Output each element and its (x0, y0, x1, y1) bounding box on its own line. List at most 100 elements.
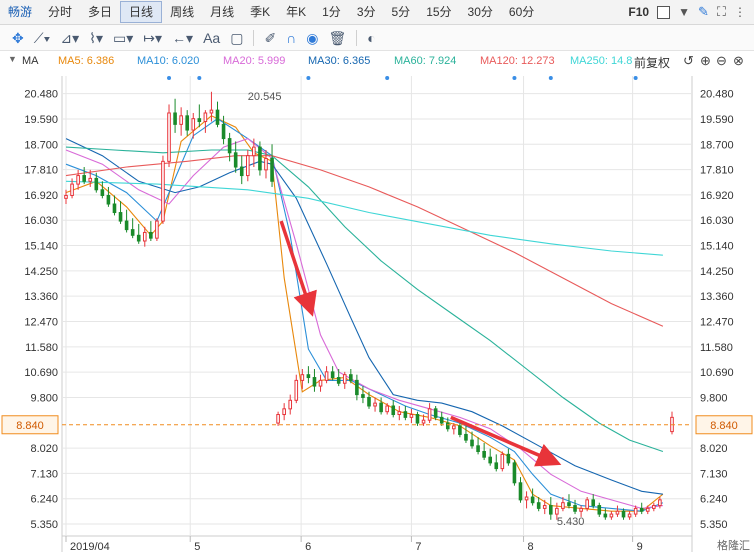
candle-body (130, 229, 135, 236)
candle (246, 149, 250, 182)
candle (221, 115, 226, 145)
candle (318, 374, 323, 392)
layout-square-icon[interactable] (657, 5, 671, 19)
candle (652, 502, 656, 512)
candle (391, 400, 396, 418)
candle-body (124, 220, 129, 231)
candle (233, 141, 238, 173)
candle (409, 408, 414, 424)
y-tick-label-right: 19.590 (700, 114, 734, 126)
y-tick-label-right: 18.700 (700, 139, 734, 151)
candle (130, 218, 135, 239)
close-icon[interactable]: ⊗ (733, 53, 744, 69)
ma-line-ma60 (65, 146, 664, 453)
ma-line-ma250 (65, 180, 663, 256)
candle-body (603, 513, 608, 518)
candle-body (367, 396, 371, 407)
tab-weekly[interactable]: 周线 (162, 0, 202, 24)
layout-dropdown-icon[interactable]: ▼ (678, 5, 690, 19)
candle-body (209, 109, 214, 114)
range-tool-icon[interactable]: ↦▾ (143, 25, 162, 51)
candle-body (142, 231, 147, 242)
candle-body (409, 414, 414, 418)
arrow-tool-icon[interactable]: ←▾ (172, 25, 193, 51)
candle-body (518, 482, 523, 501)
tab-intraday[interactable]: 分时 (40, 0, 80, 24)
eye-icon[interactable]: ◉ (306, 25, 318, 51)
tab-30min[interactable]: 30分 (460, 0, 501, 24)
tab-yearly[interactable]: 年K (278, 0, 314, 24)
tab-multiday[interactable]: 多日 (80, 0, 120, 24)
candle (336, 369, 341, 387)
tab-60min[interactable]: 60分 (501, 0, 542, 24)
adjust-mode[interactable]: 前复权 (634, 54, 670, 71)
candle (294, 374, 299, 404)
tab-15min[interactable]: 15分 (418, 0, 459, 24)
channel-tool-icon[interactable]: ⊿▾ (60, 25, 79, 51)
compare-icon[interactable]: ◐ (367, 25, 375, 51)
y-tick-label-left: 10.690 (24, 367, 58, 379)
candle (627, 511, 632, 520)
ma-toggle-icon[interactable]: ▼ (8, 54, 17, 64)
candle-body (233, 152, 238, 168)
fullscreen-icon[interactable]: ⛶ (717, 4, 726, 20)
crosshair-icon[interactable]: ✥ (12, 25, 24, 51)
candle (506, 448, 511, 466)
tab-quarterly[interactable]: 季K (242, 0, 278, 24)
pen-icon[interactable]: ✎ (698, 4, 709, 20)
candle (397, 405, 402, 421)
ma30-value: MA30: 6.365 (308, 55, 371, 67)
candle (124, 209, 129, 233)
rect-tool-icon[interactable]: ▭▾ (113, 25, 133, 51)
tab-5min[interactable]: 5分 (384, 0, 419, 24)
candle (179, 107, 183, 136)
y-tick-label-right: 14.250 (700, 266, 734, 278)
candle-body (542, 505, 547, 509)
tab-3min[interactable]: 3分 (349, 0, 384, 24)
candle (203, 110, 208, 133)
trash-icon[interactable]: 🗑 (328, 25, 346, 51)
zoom-out-icon[interactable]: ⊖ (716, 53, 727, 69)
comment-icon[interactable]: ▢ (230, 25, 243, 51)
candle (597, 502, 602, 517)
line-tool-icon[interactable]: ⟋▾ (34, 25, 51, 51)
candle-body (379, 402, 383, 413)
magnet-icon[interactable]: ∩ (286, 25, 296, 51)
y-tick-label-left: 15.140 (24, 241, 58, 253)
tab-monthly[interactable]: 月线 (202, 0, 242, 24)
zoom-in-icon[interactable]: ⊕ (700, 53, 711, 69)
candle-body (482, 451, 486, 458)
more-icon[interactable]: ⋮ (734, 5, 746, 19)
f10-button[interactable]: F10 (628, 5, 649, 19)
text-tool-icon[interactable]: Aa (203, 25, 220, 51)
y-tick-label-right: 11.580 (700, 342, 733, 354)
candle (549, 497, 553, 520)
wave-tool-icon[interactable]: ⌇▾ (89, 25, 103, 51)
tab-1min[interactable]: 1分 (314, 0, 349, 24)
undo-icon[interactable]: ↺ (683, 53, 694, 69)
candle-body (452, 425, 456, 430)
candle-body (652, 505, 656, 509)
ma-line-ma20 (65, 137, 663, 509)
kline-chart[interactable]: 8.840 8.840 20.545 5.430 格隆汇 20.480 19.590 18.… (0, 72, 754, 552)
candle (155, 218, 159, 241)
price-annotation: 5.430 (557, 516, 585, 528)
tab-stock-name[interactable]: 畅游 (0, 0, 40, 24)
candle-body (161, 160, 165, 222)
candle (306, 366, 311, 384)
y-tick-label-right: 10.690 (700, 367, 734, 379)
candle-body (252, 146, 256, 157)
drawing-toolbar: ✥ ⟋▾ ⊿▾ ⌇▾ ▭▾ ↦▾ ←▾ Aa ▢ ✐ ∩ ◉ 🗑 ◐ (0, 25, 754, 51)
x-axis: 2019/04 5 6 7 8 9 (65, 536, 643, 552)
candle-body (385, 405, 389, 413)
candle-body (458, 425, 462, 435)
eraser-icon[interactable]: ✐ (264, 25, 276, 51)
candle (373, 397, 377, 412)
y-tick-label-left: 9.800 (30, 392, 58, 404)
candle-body (391, 405, 396, 416)
tab-daily[interactable]: 日线 (120, 1, 163, 23)
candle-body (373, 402, 377, 407)
candle-body (597, 505, 602, 515)
candle-body (100, 189, 105, 196)
period-tabs: 畅游 分时 多日 日线 周线 月线 季K 年K 1分 3分 5分 15分 30分… (0, 0, 754, 25)
